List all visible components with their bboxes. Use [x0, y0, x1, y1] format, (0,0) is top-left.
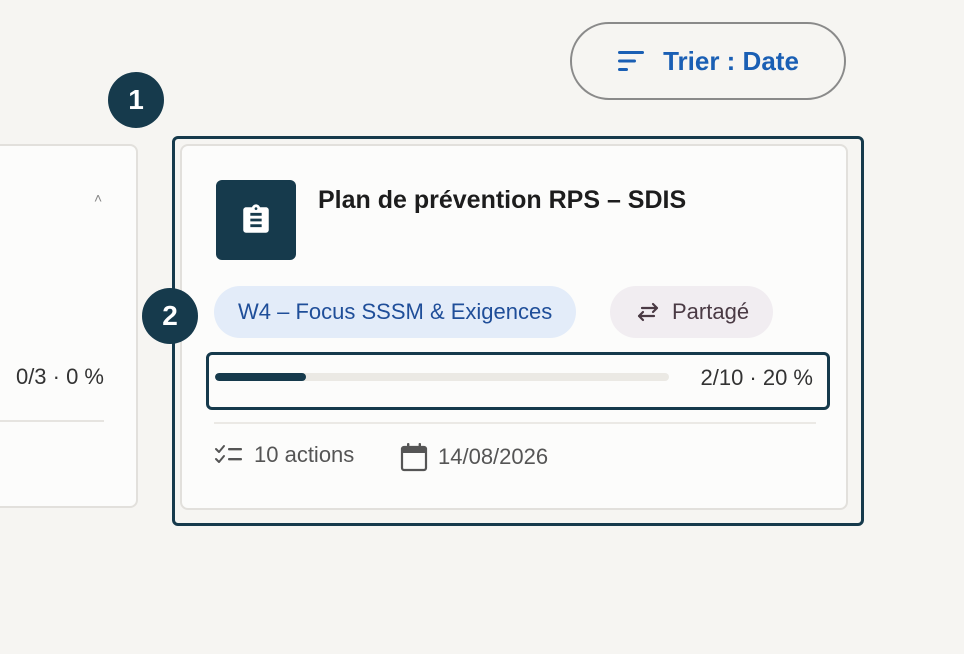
checklist-icon — [214, 443, 244, 467]
week-tag[interactable]: W4 – Focus SSSM & Exigences — [214, 286, 577, 338]
calendar-icon — [400, 442, 428, 472]
sort-button-label: Trier : Date — [663, 45, 799, 76]
progress-bar — [215, 373, 669, 381]
progress-text: 2/10 · 20 % — [700, 365, 813, 390]
swap-icon — [636, 302, 660, 322]
due-date-label: 14/08/2026 — [438, 444, 549, 469]
card-divider — [214, 422, 816, 424]
actions-count: 10 actions — [214, 442, 354, 468]
plan-title: Plan de prévention RPS – SDIS — [318, 186, 687, 214]
previous-card-progress-text: 0/3 · 0 % — [15, 364, 104, 389]
actions-count-label: 10 actions — [254, 442, 355, 467]
sort-icon — [617, 50, 645, 72]
due-date: 14/08/2026 — [400, 442, 548, 472]
sort-button[interactable]: Trier : Date — [570, 22, 846, 100]
corner-mark: ˄ — [94, 190, 103, 206]
week-tag-label: W4 – Focus SSSM & Exigences — [238, 299, 553, 324]
shared-tag[interactable]: Partagé — [610, 286, 774, 338]
progress-highlight: 2/10 · 20 % — [206, 352, 830, 410]
clipboard-icon — [216, 180, 296, 260]
step-badge-2: 2 — [142, 288, 198, 344]
previous-plan-card[interactable]: ˄ 0/3 · 0 % — [0, 144, 138, 508]
shared-tag-label: Partagé — [672, 299, 750, 324]
step-badge-1: 1 — [108, 72, 164, 128]
previous-card-divider — [0, 420, 104, 422]
plan-card[interactable]: Plan de prévention RPS – SDIS W4 – Focus… — [180, 144, 848, 510]
progress-bar-fill — [215, 373, 306, 381]
